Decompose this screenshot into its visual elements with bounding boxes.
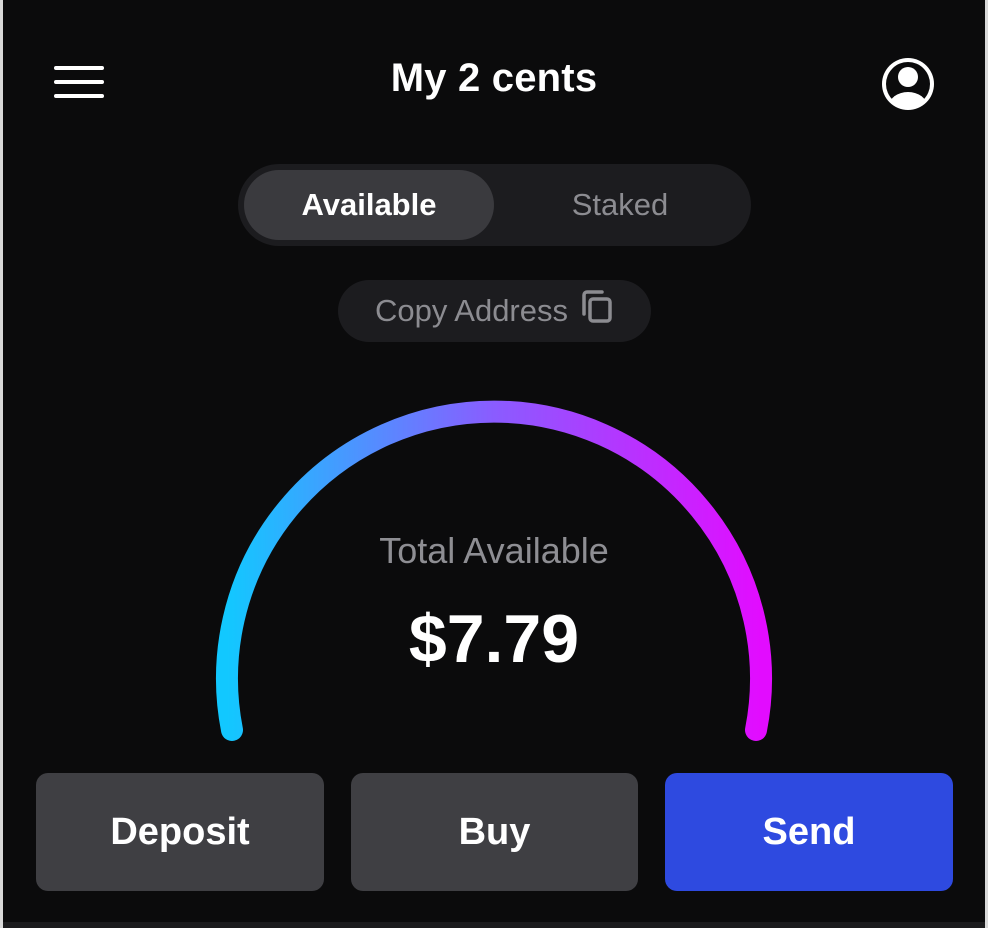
- tab-staked[interactable]: Staked: [495, 170, 745, 240]
- balance-tabs: Available Staked: [238, 164, 751, 246]
- total-available-value: $7.79: [408, 601, 580, 677]
- window-edge-left: [0, 0, 3, 928]
- wallet-screen: My 2 cents Available Staked Copy Address: [0, 0, 988, 928]
- bottom-divider: [3, 922, 985, 928]
- copy-address-button[interactable]: Copy Address: [338, 280, 651, 342]
- copy-icon: [580, 289, 614, 333]
- deposit-button[interactable]: Deposit: [36, 773, 324, 891]
- buy-button[interactable]: Buy: [351, 773, 638, 891]
- total-available-label: Total Available: [379, 530, 609, 571]
- user-avatar-icon[interactable]: [880, 56, 936, 112]
- send-button[interactable]: Send: [665, 773, 953, 891]
- copy-address-label: Copy Address: [375, 293, 568, 328]
- page-title: My 2 cents: [390, 56, 598, 100]
- tab-available[interactable]: Available: [244, 170, 494, 240]
